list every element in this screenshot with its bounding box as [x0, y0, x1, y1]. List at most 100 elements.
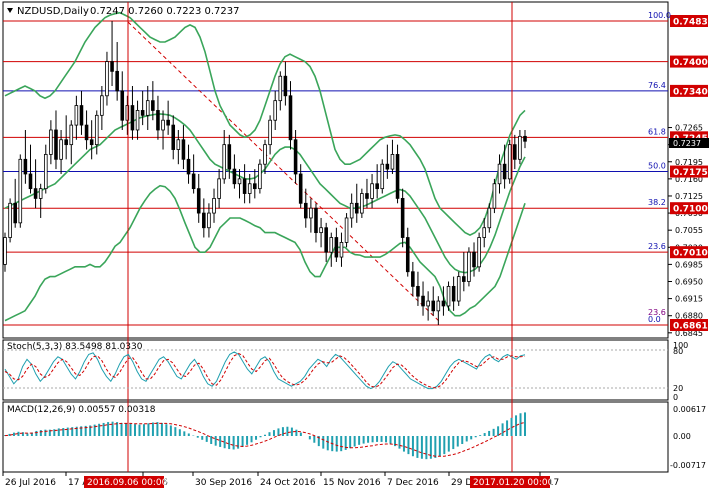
level-price-text: 0.6861 — [673, 322, 708, 332]
svg-text:0.00617: 0.00617 — [673, 405, 706, 414]
candle-body — [23, 158, 28, 175]
candle-body — [482, 227, 487, 238]
price-axis[interactable]: 0.72650.72300.71950.71600.71250.70900.70… — [668, 124, 703, 338]
candle-body — [120, 90, 125, 121]
candle[interactable] — [492, 178, 497, 214]
price-tick-label: 0.7055 — [675, 226, 703, 235]
candle-body — [344, 217, 349, 243]
level-price-text: 0.7010 — [673, 249, 708, 259]
candle-body — [202, 212, 206, 229]
candle-body — [293, 139, 298, 175]
level-price-text: 0.7175 — [673, 168, 708, 178]
candle-body — [79, 105, 84, 126]
stoch-label: Stoch(5,3,3) 83.5498 81.0330 — [7, 342, 143, 352]
candle-body — [100, 95, 104, 116]
ohlc-values: 0.7247 0.7260 0.7223 0.7237 — [90, 6, 240, 17]
candle-body — [395, 154, 400, 199]
candle[interactable] — [344, 213, 349, 248]
candle-body — [390, 154, 395, 170]
candle-body — [523, 135, 527, 142]
candle-body — [227, 144, 232, 170]
candle-body — [334, 237, 339, 258]
candle-body — [186, 158, 191, 175]
candle-body — [319, 227, 323, 234]
candle-body — [74, 105, 79, 126]
candle-body — [507, 144, 512, 180]
candle-body — [492, 183, 497, 209]
candle-body — [431, 300, 436, 312]
level-price-text: 0.7100 — [673, 205, 708, 215]
candle-body — [258, 163, 262, 190]
candle[interactable] — [18, 154, 23, 228]
candle[interactable] — [380, 159, 385, 194]
candle-body — [176, 139, 181, 150]
candle-body — [324, 227, 328, 253]
candle-body — [360, 193, 364, 214]
current-price-badge: 0.7237 — [669, 138, 709, 148]
time-label: 24 Oct 2016 — [260, 478, 316, 488]
candle-body — [349, 202, 354, 219]
candle-body — [3, 237, 7, 265]
candle-body — [69, 124, 74, 146]
time-label: 30 Sep 2016 — [195, 478, 252, 488]
candle-body — [181, 139, 186, 160]
svg-text:0: 0 — [673, 393, 678, 402]
svg-text:0.7237: 0.7237 — [673, 139, 701, 148]
svg-text:0.00: 0.00 — [673, 432, 691, 441]
candle[interactable] — [258, 159, 262, 194]
candle-body — [253, 183, 257, 190]
time-label: 29 D — [451, 478, 472, 488]
level-price-text: 0.7400 — [673, 58, 708, 68]
trading-chart[interactable]: NZDUSD,Daily 0.7247 0.7260 0.7223 0.7237… — [0, 0, 709, 494]
candle[interactable] — [8, 198, 12, 243]
candle-body — [171, 124, 176, 150]
candle-body — [467, 251, 471, 282]
symbol-label: NZDUSD,Daily — [17, 6, 89, 17]
time-marker-text: 2016.09.06 00:00 — [87, 478, 168, 488]
svg-text:-0.00717: -0.00717 — [670, 461, 706, 470]
candle-body — [472, 251, 476, 268]
candle-body — [329, 237, 334, 253]
time-label: 7 Dec 2016 — [387, 478, 439, 488]
price-tick-label: 0.6950 — [675, 278, 703, 287]
candle-body — [411, 271, 415, 287]
candle-body — [426, 300, 430, 307]
candle[interactable] — [467, 247, 471, 287]
candle-body — [339, 242, 344, 258]
candle-body — [54, 129, 58, 160]
candle-body — [278, 75, 283, 102]
candle-body — [232, 168, 237, 185]
macd-label: MACD(12,26,9) 0.00557 0.00318 — [7, 405, 156, 415]
candle-body — [263, 144, 267, 165]
time-axis[interactable]: 26 Jul 201617 A201630 Sep 201624 Oct 201… — [2, 472, 559, 488]
candle-body — [18, 158, 23, 224]
candle-body — [497, 163, 502, 185]
candle-body — [502, 163, 507, 180]
price-tick-label: 0.7195 — [675, 158, 703, 167]
candle-body — [59, 139, 63, 160]
candle-body — [130, 105, 135, 131]
fib-level-text: 61.8 — [648, 127, 666, 136]
candle-body — [115, 70, 119, 92]
candle-body — [64, 139, 68, 146]
candle-body — [375, 183, 379, 190]
candle-body — [94, 114, 99, 146]
candle[interactable] — [456, 271, 461, 306]
candle-body — [222, 144, 227, 180]
candle[interactable] — [477, 232, 481, 272]
candle-body — [288, 95, 293, 141]
candle-body — [196, 188, 201, 214]
candle-body — [365, 193, 369, 199]
candle-body — [13, 202, 17, 224]
candle-body — [8, 202, 12, 238]
fib-level-text: 38.2 — [648, 198, 666, 207]
candle-body — [207, 212, 211, 229]
candle-body — [191, 173, 196, 190]
candle-body — [487, 207, 492, 229]
svg-text:20: 20 — [673, 384, 683, 393]
time-label: 15 Nov 2016 — [323, 478, 381, 488]
candle-body — [421, 295, 425, 307]
candle-body — [518, 135, 522, 160]
candle[interactable] — [507, 139, 512, 184]
candle-body — [456, 276, 461, 302]
